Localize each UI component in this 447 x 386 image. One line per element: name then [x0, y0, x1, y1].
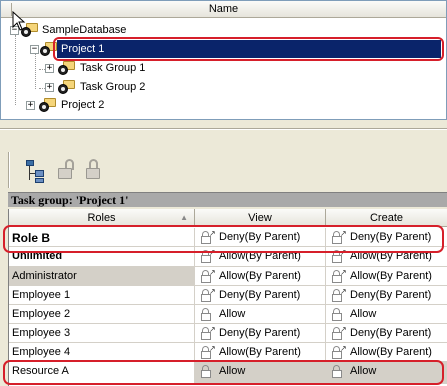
permission-value: Allow(By Parent): [219, 270, 301, 282]
create-permission-cell[interactable]: ↗ Deny(By Parent): [326, 324, 447, 343]
unlock-icon: [200, 307, 216, 322]
tree-node-label: Task Group 1: [80, 62, 146, 74]
tree-node-task-group-2[interactable]: + Task Group 2: [1, 78, 441, 96]
task-group-icon: [58, 79, 76, 94]
task-group-icon: [58, 60, 76, 75]
role-cell[interactable]: Administrator: [9, 267, 195, 286]
task-group-title: Task group: 'Project 1': [11, 193, 129, 207]
table-row[interactable]: Administrator ↗ Allow(By Parent) ↗ Allow(By …: [9, 267, 447, 286]
unlock-icon: [331, 307, 347, 322]
tree-node-label: Project 2: [61, 99, 105, 111]
role-cell[interactable]: Employee 1: [9, 286, 195, 305]
permission-value: Allow: [350, 308, 377, 320]
permission-value: Allow(By Parent): [219, 346, 301, 358]
tree-node-label: Task Group 2: [80, 81, 146, 93]
inherited-lock-icon: ↗: [200, 268, 216, 284]
table-row[interactable]: Employee 3 ↗ Deny(By Parent) ↗ Deny(By Paren…: [9, 324, 447, 343]
sort-ascending-icon: ▲: [180, 213, 188, 222]
table-row[interactable]: Employee 2 Allow Allow: [9, 305, 447, 324]
toolbar-gripper: [8, 152, 10, 188]
permission-value: Allow(By Parent): [350, 270, 432, 282]
create-permission-cell[interactable]: ↗ Deny(By Parent): [326, 286, 447, 305]
create-permission-cell[interactable]: Allow: [326, 305, 447, 324]
inherited-lock-icon: ↗: [331, 287, 347, 303]
name-column-label: Name: [208, 3, 239, 15]
column-header-label: View: [248, 212, 272, 224]
view-permission-cell[interactable]: ↗ Allow(By Parent): [195, 267, 326, 286]
table-row[interactable]: Employee 1 ↗ Deny(By Parent) ↗ Deny(By Paren…: [9, 286, 447, 305]
tree-node-project-2[interactable]: + Project 2: [1, 96, 441, 114]
inherited-lock-icon: ↗: [331, 268, 347, 284]
role-cell[interactable]: Employee 3: [9, 324, 195, 343]
mouse-pointer-icon: [12, 11, 26, 31]
unlock-button[interactable]: [54, 156, 78, 184]
task-group-header: Task group: 'Project 1': [8, 192, 447, 207]
expand-toggle[interactable]: +: [26, 101, 35, 110]
create-permission-cell[interactable]: ↗ Allow(By Parent): [326, 267, 447, 286]
permission-value: Deny(By Parent): [350, 327, 432, 339]
expand-toggle[interactable]: +: [45, 64, 54, 73]
inherited-lock-icon: ↗: [200, 287, 216, 303]
inherited-lock-icon: ↗: [200, 325, 216, 341]
permission-value: Allow: [219, 308, 246, 320]
highlight-outline-resource-a: [3, 360, 444, 385]
lock-button[interactable]: [82, 156, 106, 184]
highlight-outline: [53, 37, 444, 61]
tree-node-label: SampleDatabase: [42, 24, 127, 36]
inherited-lock-icon: ↗: [331, 344, 347, 360]
column-header-label: Create: [369, 212, 404, 224]
tree-node-task-group-1[interactable]: + Task Group 1: [1, 59, 441, 77]
view-permission-cell[interactable]: Allow: [195, 305, 326, 324]
view-permission-cell[interactable]: ↗ Deny(By Parent): [195, 286, 326, 305]
permission-value: Deny(By Parent): [219, 289, 301, 301]
view-permission-cell[interactable]: ↗ Deny(By Parent): [195, 324, 326, 343]
role-cell[interactable]: Employee 2: [9, 305, 195, 324]
hierarchy-button[interactable]: [24, 156, 48, 184]
inherited-lock-icon: ↗: [331, 325, 347, 341]
expand-toggle[interactable]: +: [45, 83, 54, 92]
collapse-toggle[interactable]: −: [30, 45, 39, 54]
tree-column-header[interactable]: Name: [1, 1, 446, 18]
inherited-lock-icon: ↗: [200, 344, 216, 360]
column-header-label: Roles: [87, 212, 116, 224]
permission-value: Deny(By Parent): [219, 327, 301, 339]
project-icon: [39, 97, 57, 112]
permission-value: Deny(By Parent): [350, 289, 432, 301]
permission-value: Allow(By Parent): [350, 346, 432, 358]
permissions-toolbar: [8, 152, 447, 188]
highlight-outline-role-b: [3, 225, 444, 253]
project-tree[interactable]: Name − SampleDatabase − Project 1 + Task…: [0, 0, 447, 120]
pane-splitter[interactable]: [0, 124, 447, 132]
